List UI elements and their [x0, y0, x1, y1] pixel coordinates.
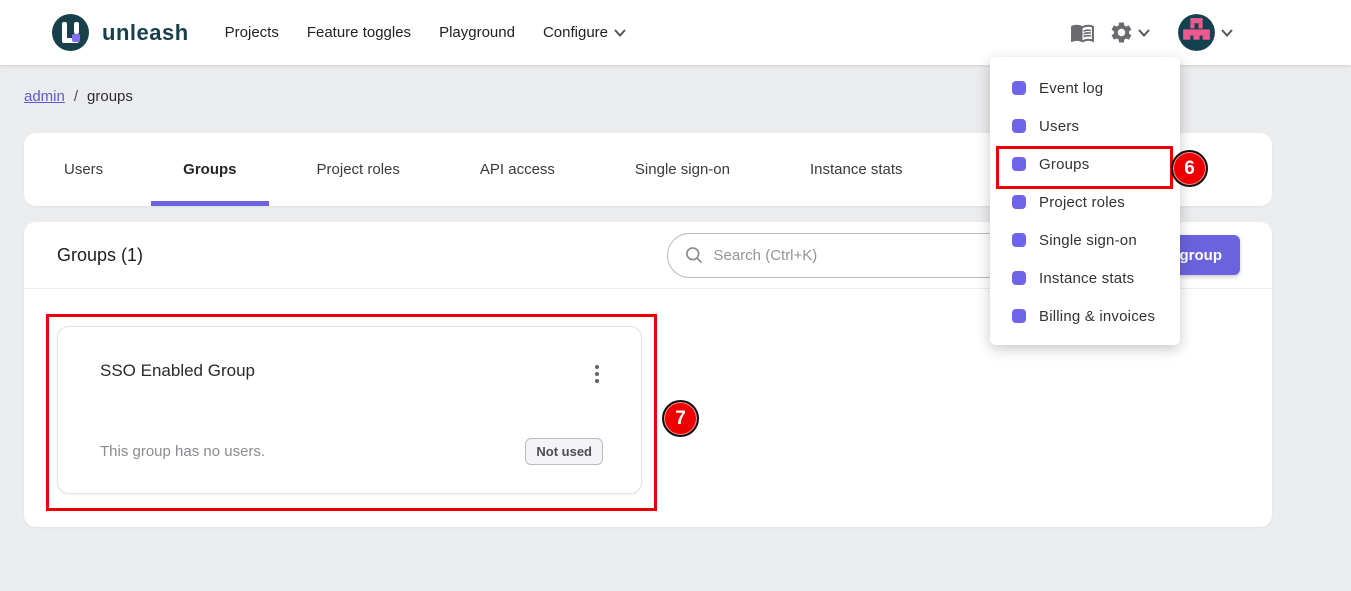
nav-configure[interactable]: Configure [529, 24, 640, 41]
tab-users[interactable]: Users [24, 133, 143, 206]
search-icon [684, 245, 704, 265]
kebab-menu-icon[interactable] [591, 361, 603, 387]
group-card-title: SSO Enabled Group [100, 361, 255, 381]
tab-project-roles[interactable]: Project roles [277, 133, 440, 206]
unleash-logo-icon [52, 14, 89, 51]
menu-item-users[interactable]: Users [990, 107, 1180, 145]
menu-item-project-roles[interactable]: Project roles [990, 183, 1180, 221]
menu-square-icon [1012, 119, 1026, 133]
brand-name: unleash [102, 20, 189, 46]
breadcrumb-separator: / [74, 88, 78, 105]
group-empty-text: This group has no users. [100, 443, 265, 460]
menu-square-icon [1012, 309, 1026, 323]
nav-feature-toggles[interactable]: Feature toggles [293, 24, 425, 41]
menu-item-groups[interactable]: Groups [990, 145, 1180, 183]
menu-square-icon [1012, 157, 1026, 171]
settings-menu-button[interactable] [1109, 20, 1150, 45]
tab-api-access[interactable]: API access [440, 133, 595, 206]
menu-item-single-sign-on[interactable]: Single sign-on [990, 221, 1180, 259]
gear-icon [1109, 20, 1134, 45]
chevron-down-icon [614, 29, 626, 37]
menu-item-event-log[interactable]: Event log [990, 69, 1180, 107]
menu-square-icon [1012, 81, 1026, 95]
book-icon [1070, 20, 1095, 45]
menu-square-icon [1012, 195, 1026, 209]
documentation-button[interactable] [1070, 20, 1095, 45]
chevron-down-icon [1138, 29, 1150, 37]
not-used-badge: Not used [525, 438, 603, 465]
breadcrumb-admin-link[interactable]: admin [24, 88, 65, 105]
nav-projects[interactable]: Projects [211, 24, 293, 41]
menu-square-icon [1012, 233, 1026, 247]
page-title: Groups (1) [57, 245, 143, 266]
group-card-sso-enabled-group[interactable]: SSO Enabled Group This group has no user… [57, 326, 642, 494]
settings-dropdown-menu: Event log Users Groups Project roles Sin… [990, 57, 1180, 345]
top-navbar: unleash Projects Feature toggles Playgro… [0, 0, 1351, 65]
breadcrumb: admin / groups [24, 88, 133, 105]
user-avatar [1178, 14, 1215, 51]
unleash-logo[interactable]: unleash [52, 14, 189, 51]
tab-single-sign-on[interactable]: Single sign-on [595, 133, 770, 206]
tab-groups[interactable]: Groups [143, 133, 276, 206]
nav-playground[interactable]: Playground [425, 24, 529, 41]
menu-square-icon [1012, 271, 1026, 285]
profile-menu-button[interactable] [1178, 14, 1233, 51]
primary-nav: Projects Feature toggles Playground Conf… [211, 24, 640, 41]
tab-instance-stats[interactable]: Instance stats [770, 133, 943, 206]
breadcrumb-current: groups [87, 88, 133, 105]
menu-item-billing-invoices[interactable]: Billing & invoices [990, 297, 1180, 335]
menu-item-instance-stats[interactable]: Instance stats [990, 259, 1180, 297]
chevron-down-icon [1221, 29, 1233, 37]
